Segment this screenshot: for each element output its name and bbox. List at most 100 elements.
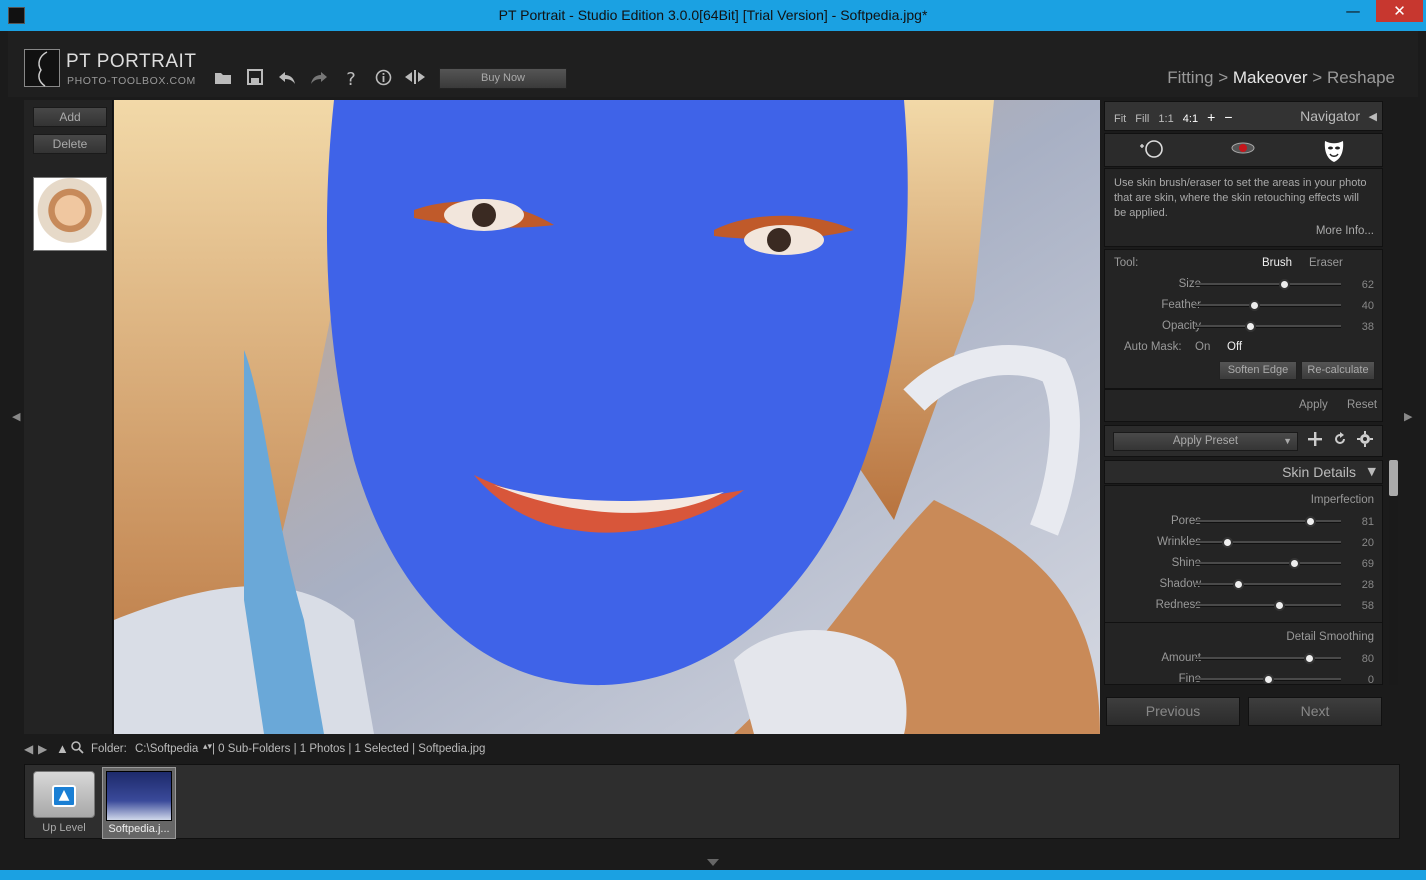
preset-bar: Apply Preset ▼ <box>1104 425 1383 457</box>
wrinkles-value: 20 <box>1361 537 1374 549</box>
add-button[interactable]: Add <box>33 107 107 127</box>
shadow-slider-handle[interactable] <box>1233 579 1244 590</box>
delete-button[interactable]: Delete <box>33 134 107 154</box>
tool-help-box: Use skin brush/eraser to set the areas i… <box>1104 168 1383 247</box>
app-header: PT PORTRAIT PHOTO-TOOLBOX.COM ? Buy Now … <box>8 31 1418 97</box>
automask-off[interactable]: Off <box>1227 341 1242 353</box>
window-title: PT Portrait - Studio Edition 3.0.0[64Bit… <box>498 7 928 23</box>
apply-button[interactable]: Apply <box>1299 399 1328 411</box>
recalculate-button[interactable]: Re-calculate <box>1301 361 1375 380</box>
folder-path-select[interactable]: C:\Softpedia <box>135 743 198 755</box>
zoom-1-1[interactable]: 1:1 <box>1158 113 1173 125</box>
shine-slider[interactable] <box>1195 558 1341 569</box>
help-icon[interactable]: ? <box>340 69 362 90</box>
step-makeover[interactable]: Makeover <box>1233 68 1308 87</box>
fine-value: 0 <box>1367 674 1374 685</box>
gear-icon[interactable] <box>1355 431 1375 452</box>
window-bottom-border <box>0 870 1426 880</box>
red-eye-icon[interactable] <box>1228 139 1258 160</box>
workflow-breadcrumb: Fitting > Makeover > Reshape <box>1167 68 1395 87</box>
redness-slider[interactable] <box>1195 600 1341 611</box>
fine-slider-handle[interactable] <box>1263 674 1274 684</box>
collapse-bottom-arrow-icon[interactable] <box>707 859 719 866</box>
skin-details-header[interactable]: Skin Details ▼ <box>1104 460 1383 484</box>
pores-slider[interactable] <box>1195 516 1341 527</box>
film-thumbnail-selected[interactable]: Softpedia.j... <box>102 767 176 839</box>
back-arrow-icon[interactable]: ◀ <box>24 742 33 756</box>
film-thumbnail-image <box>106 771 172 821</box>
next-button[interactable]: Next <box>1248 697 1382 726</box>
add-preset-icon[interactable] <box>1305 431 1325 452</box>
size-slider[interactable] <box>1195 279 1341 290</box>
fine-slider[interactable] <box>1195 674 1341 684</box>
skin-details-collapse-icon[interactable]: ▼ <box>1368 465 1376 478</box>
tool-label: Tool: <box>1114 257 1139 269</box>
pores-slider-handle[interactable] <box>1305 516 1316 527</box>
save-icon[interactable] <box>244 69 266 89</box>
opacity-slider-handle[interactable] <box>1245 321 1256 332</box>
amount-slider[interactable] <box>1195 653 1341 664</box>
info-icon[interactable] <box>372 69 394 90</box>
right-collapse-arrow-icon[interactable]: ▶ <box>1404 410 1412 423</box>
soften-edge-button[interactable]: Soften Edge <box>1219 361 1297 380</box>
automask-on[interactable]: On <box>1195 341 1210 353</box>
minimize-button[interactable]: — <box>1330 0 1376 22</box>
redo-icon[interactable] <box>308 69 330 89</box>
shine-slider-handle[interactable] <box>1289 558 1300 569</box>
forward-arrow-icon[interactable]: ▶ <box>38 742 47 756</box>
up-level-label[interactable]: Up Level <box>33 822 95 834</box>
folder-path-chevron-icon[interactable]: ▴▾ <box>203 741 212 752</box>
title-bar: PT Portrait - Studio Edition 3.0.0[64Bit… <box>0 0 1426 31</box>
zoom-in-icon[interactable]: + <box>1207 109 1215 125</box>
panel-scrollbar[interactable] <box>1389 460 1398 685</box>
brush-circle-icon[interactable] <box>1137 139 1167 164</box>
brush-option[interactable]: Brush <box>1262 257 1292 269</box>
wrinkles-slider-handle[interactable] <box>1222 537 1233 548</box>
close-button[interactable]: ✕ <box>1376 0 1423 22</box>
left-collapse-arrow-icon[interactable]: ◀ <box>12 410 20 423</box>
section-divider <box>1105 622 1382 623</box>
search-icon[interactable] <box>71 741 84 757</box>
navigator-collapse-icon[interactable]: ◀ <box>1369 110 1377 123</box>
shine-value: 69 <box>1361 558 1374 570</box>
more-info-link[interactable]: More Info... <box>1316 225 1374 237</box>
makeover-tools-bar <box>1104 133 1383 167</box>
compare-icon[interactable] <box>404 69 426 89</box>
navigator-title[interactable]: Navigator <box>1300 108 1360 124</box>
skin-details-panel: Imperfection Pores 81 Wrinkles 20 Shine … <box>1104 485 1383 685</box>
opacity-slider[interactable] <box>1195 321 1341 332</box>
apply-preset-dropdown[interactable]: Apply Preset ▼ <box>1113 432 1298 451</box>
undo-icon[interactable] <box>276 69 298 89</box>
zoom-fill[interactable]: Fill <box>1135 113 1149 125</box>
feather-slider[interactable] <box>1195 300 1341 311</box>
step-reshape[interactable]: Reshape <box>1327 68 1395 87</box>
redness-label: Redness <box>1155 599 1201 611</box>
up-arrow-icon[interactable]: ▲ <box>56 741 69 756</box>
mask-icon[interactable] <box>1319 139 1349 168</box>
previous-button[interactable]: Previous <box>1106 697 1240 726</box>
photo-canvas[interactable] <box>114 100 1100 734</box>
zoom-4-1[interactable]: 4:1 <box>1183 113 1198 125</box>
step-fitting[interactable]: Fitting <box>1167 68 1213 87</box>
scrollbar-thumb[interactable] <box>1389 460 1398 496</box>
up-level-folder-icon[interactable]: ▲ <box>33 771 95 818</box>
wrinkles-slider[interactable] <box>1195 537 1341 548</box>
feather-slider-handle[interactable] <box>1249 300 1260 311</box>
zoom-out-icon[interactable]: − <box>1224 109 1232 125</box>
skin-details-title[interactable]: Skin Details <box>1282 464 1356 480</box>
redness-slider-handle[interactable] <box>1274 600 1285 611</box>
detail-smoothing-header: Detail Smoothing <box>1286 631 1374 643</box>
reset-button[interactable]: Reset <box>1347 399 1377 411</box>
size-slider-handle[interactable] <box>1279 279 1290 290</box>
shadow-slider[interactable] <box>1195 579 1341 590</box>
chevron-down-icon: ▼ <box>1283 436 1292 446</box>
amount-slider-handle[interactable] <box>1304 653 1315 664</box>
photo-thumbnail[interactable] <box>33 177 107 251</box>
folder-info: | 0 Sub-Folders | 1 Photos | 1 Selected … <box>212 743 486 755</box>
reset-preset-icon[interactable] <box>1330 431 1350 452</box>
folder-icon[interactable] <box>212 69 234 89</box>
zoom-fit[interactable]: Fit <box>1114 113 1126 125</box>
amount-value: 80 <box>1361 653 1374 665</box>
buy-now-button[interactable]: Buy Now <box>439 68 567 89</box>
eraser-option[interactable]: Eraser <box>1309 257 1343 269</box>
